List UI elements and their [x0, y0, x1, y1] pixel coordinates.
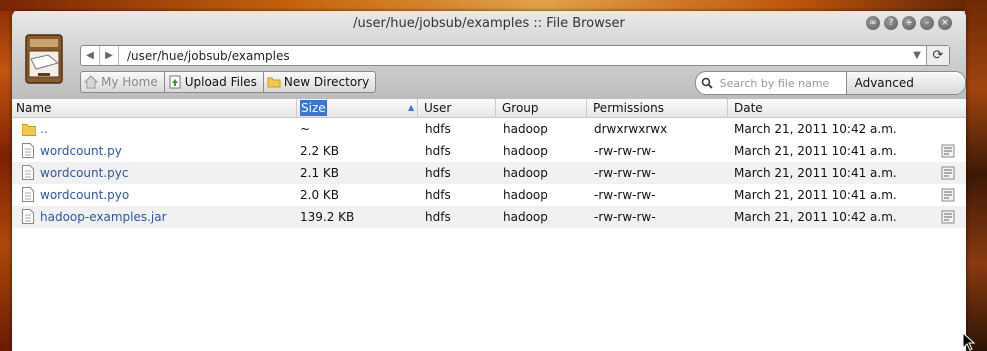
- file-group: hadoop: [503, 144, 548, 158]
- file-icon: [22, 187, 34, 202]
- home-icon: [84, 75, 98, 89]
- upload-icon: [168, 75, 182, 89]
- table-row[interactable]: wordcount.py 2.2 KB hdfs hadoop -rw-rw-r…: [12, 140, 966, 162]
- file-permissions: drwxrwxrwx: [594, 122, 668, 136]
- maximize-icon[interactable]: +: [902, 16, 916, 30]
- file-size: 2.0 KB: [300, 188, 339, 202]
- new-directory-label: New Directory: [283, 75, 370, 89]
- column-header-name[interactable]: Name: [16, 101, 51, 115]
- minimize-icon[interactable]: –: [920, 16, 934, 30]
- file-name-link[interactable]: wordcount.pyo: [40, 188, 129, 202]
- column-divider[interactable]: [417, 99, 418, 117]
- file-user: hdfs: [425, 122, 451, 136]
- file-date: March 21, 2011 10:42 a.m.: [734, 122, 897, 136]
- search-icon: [696, 72, 718, 94]
- file-options-icon[interactable]: [941, 166, 955, 180]
- column-header-group[interactable]: Group: [502, 101, 539, 115]
- my-home-label: My Home: [101, 75, 158, 89]
- file-date: March 21, 2011 10:41 a.m.: [734, 166, 897, 180]
- forward-arrow-icon[interactable]: ▶: [100, 46, 119, 65]
- file-date: March 21, 2011 10:42 a.m.: [734, 210, 897, 224]
- close-icon[interactable]: ×: [938, 16, 952, 30]
- column-header-user[interactable]: User: [424, 101, 451, 115]
- file-user: hdfs: [425, 210, 451, 224]
- share-icon[interactable]: ∞: [866, 16, 880, 30]
- file-date: March 21, 2011 10:41 a.m.: [734, 188, 897, 202]
- advanced-search-button[interactable]: Advanced Search: [845, 72, 965, 94]
- window-chrome: /user/hue/jobsub/examples :: File Browse…: [12, 11, 966, 100]
- path-bar: ◀ ▶ /user/hue/jobsub/examples ▼ ⟳: [80, 45, 950, 66]
- toolbar: My Home Upload Files New Directory: [80, 71, 377, 93]
- search-input[interactable]: [717, 72, 846, 94]
- table-row[interactable]: wordcount.pyc 2.1 KB hdfs hadoop -rw-rw-…: [12, 162, 966, 184]
- upload-files-label: Upload Files: [184, 75, 257, 89]
- search-box: Advanced Search: [695, 71, 966, 95]
- file-icon: [22, 143, 34, 158]
- window-title: /user/hue/jobsub/examples :: File Browse…: [353, 16, 625, 31]
- sort-ascending-icon: ▲: [408, 103, 415, 112]
- file-group: hadoop: [503, 122, 548, 136]
- window-controls: ∞ ? + – ×: [866, 16, 952, 30]
- table-row[interactable]: hadoop-examples.jar 139.2 KB hdfs hadoop…: [12, 206, 966, 228]
- column-divider[interactable]: [586, 99, 587, 117]
- table-row[interactable]: wordcount.pyo 2.0 KB hdfs hadoop -rw-rw-…: [12, 184, 966, 206]
- column-header-date[interactable]: Date: [734, 101, 763, 115]
- file-size: 139.2 KB: [300, 210, 355, 224]
- file-browser-window: /user/hue/jobsub/examples :: File Browse…: [12, 11, 966, 351]
- file-date: March 21, 2011 10:41 a.m.: [734, 144, 897, 158]
- back-arrow-icon[interactable]: ◀: [81, 46, 100, 65]
- refresh-icon[interactable]: ⟳: [926, 46, 949, 65]
- column-divider[interactable]: [727, 99, 728, 117]
- table-row[interactable]: .. ~ hdfs hadoop drwxrwxrwx March 21, 20…: [12, 118, 966, 140]
- file-icon: [22, 209, 34, 224]
- path-input[interactable]: /user/hue/jobsub/examples: [119, 49, 908, 63]
- file-cabinet-icon: [25, 34, 63, 84]
- file-name-link[interactable]: ..: [40, 122, 48, 136]
- file-size: 2.1 KB: [300, 166, 339, 180]
- file-options-icon[interactable]: [941, 210, 955, 224]
- folder-icon: [267, 75, 281, 89]
- column-header-permissions[interactable]: Permissions: [593, 101, 664, 115]
- file-group: hadoop: [503, 166, 548, 180]
- file-icon: [22, 165, 34, 180]
- help-icon[interactable]: ?: [884, 16, 898, 30]
- upload-files-button[interactable]: Upload Files: [164, 71, 264, 93]
- file-user: hdfs: [425, 144, 451, 158]
- file-permissions: -rw-rw-rw-: [594, 144, 656, 158]
- file-user: hdfs: [425, 188, 451, 202]
- file-name-link[interactable]: hadoop-examples.jar: [40, 210, 167, 224]
- new-directory-button[interactable]: New Directory: [263, 71, 377, 93]
- path-dropdown-icon[interactable]: ▼: [908, 50, 926, 61]
- desktop-background-top: [0, 0, 987, 11]
- file-size: 2.2 KB: [300, 144, 339, 158]
- file-permissions: -rw-rw-rw-: [594, 166, 656, 180]
- file-group: hadoop: [503, 188, 548, 202]
- file-permissions: -rw-rw-rw-: [594, 188, 656, 202]
- file-permissions: -rw-rw-rw-: [594, 210, 656, 224]
- column-divider[interactable]: [495, 99, 496, 117]
- column-header-size[interactable]: Size: [300, 100, 327, 116]
- file-list: .. ~ hdfs hadoop drwxrwxrwx March 21, 20…: [12, 118, 966, 228]
- file-name-link[interactable]: wordcount.py: [40, 144, 122, 158]
- file-name-link[interactable]: wordcount.pyc: [40, 166, 128, 180]
- file-options-icon[interactable]: [941, 188, 955, 202]
- mouse-cursor-icon: [962, 332, 976, 351]
- file-options-icon[interactable]: [941, 144, 955, 158]
- column-divider[interactable]: [296, 99, 297, 117]
- desktop-background-right: [965, 0, 987, 351]
- file-size: ~: [300, 122, 311, 136]
- file-group: hadoop: [503, 210, 548, 224]
- folder-icon: [22, 124, 36, 136]
- my-home-button[interactable]: My Home: [80, 71, 165, 93]
- table-header: Name Size ▲ User Group Permissions Date: [12, 99, 966, 118]
- file-user: hdfs: [425, 166, 451, 180]
